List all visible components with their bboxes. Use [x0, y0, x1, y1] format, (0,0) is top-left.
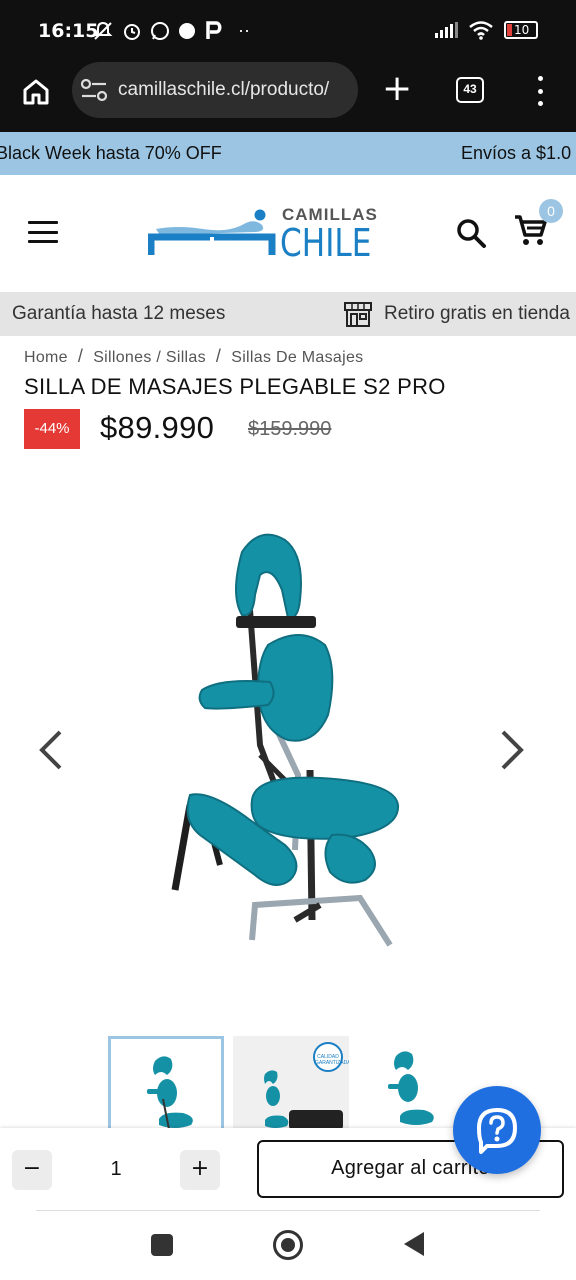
browser-menu-icon[interactable]: [532, 76, 548, 106]
url-text[interactable]: camillaschile.cl/producto/: [118, 79, 350, 101]
thumbnail-chair-graphic: [388, 1051, 434, 1125]
home-icon[interactable]: [20, 76, 52, 108]
home-button-icon[interactable]: [273, 1230, 303, 1260]
thumbnail-1[interactable]: [108, 1036, 224, 1130]
breadcrumb-home[interactable]: Home: [24, 349, 68, 366]
site-settings-icon[interactable]: [80, 78, 108, 102]
alarm-icon: [124, 23, 140, 40]
benefit-pickup: Retiro gratis en tienda: [384, 303, 570, 324]
whatsapp-icon: [151, 21, 169, 40]
nav-divider: [36, 1210, 540, 1211]
breadcrumb-separator: /: [215, 346, 222, 366]
new-tab-button[interactable]: +: [382, 71, 412, 107]
p-app-icon: [206, 20, 222, 39]
discount-badge: -44%: [24, 409, 80, 449]
muted-bell-icon: [93, 21, 113, 40]
logo-text-chile: CHILE: [280, 221, 372, 265]
help-chat-icon: [477, 1108, 517, 1154]
recents-icon[interactable]: [151, 1234, 173, 1256]
gallery-next-icon[interactable]: [495, 728, 529, 772]
browser-toolbar: camillaschile.cl/producto/ + 43: [0, 62, 576, 132]
tab-switcher-button[interactable]: 43: [456, 77, 484, 103]
promo-text-2[interactable]: Envíos a $1.0: [461, 143, 571, 164]
status-notification-icons: ··: [92, 20, 250, 41]
breadcrumb-category[interactable]: Sillones / Sillas: [93, 349, 206, 366]
site-header: CAMILLAS CHILE 0: [0, 175, 576, 292]
breadcrumb-subcategory[interactable]: Sillas De Masajes: [231, 349, 363, 366]
battery-icon: 10: [504, 21, 538, 39]
back-icon[interactable]: [404, 1232, 424, 1256]
status-time: 16:15: [38, 20, 99, 42]
breadcrumb-separator: /: [77, 346, 84, 366]
system-navigation-bar: [0, 1210, 576, 1280]
logo-bed-graphic: [148, 209, 276, 255]
help-chat-button[interactable]: [453, 1086, 541, 1174]
search-icon[interactable]: [455, 217, 487, 249]
cart-count-badge: 0: [539, 199, 563, 223]
quality-seal: CALIDAD GARANTIZADA: [313, 1042, 349, 1072]
product-image[interactable]: [160, 520, 420, 990]
thumbnail-chair-graphic: [147, 1056, 193, 1130]
store-icon: [344, 302, 372, 327]
quantity-decrease-button[interactable]: −: [12, 1150, 52, 1190]
status-bar: 16:15 ·· 10: [0, 0, 576, 62]
product-price: $89.990: [100, 410, 215, 445]
quantity-input[interactable]: 1: [100, 1158, 132, 1181]
site-logo[interactable]: CAMILLAS CHILE: [148, 205, 377, 265]
breadcrumb: Home / Sillones / Sillas / Sillas De Masajes: [24, 346, 363, 367]
thumbnail-2[interactable]: CALIDAD GARANTIZADA: [233, 1036, 349, 1130]
thumbnail-3[interactable]: [350, 1036, 466, 1130]
promo-text-1[interactable]: Black Week hasta 70% OFF: [0, 143, 222, 164]
promo-ticker: Black Week hasta 70% OFF Envíos a $1.0: [0, 132, 576, 175]
status-system-icons: 10: [435, 20, 538, 40]
signal-icon: [435, 22, 458, 38]
menu-icon[interactable]: [28, 221, 58, 243]
quantity-increase-button[interactable]: +: [180, 1150, 220, 1190]
wifi-icon: [469, 21, 493, 40]
product-old-price: $159.990: [248, 418, 332, 440]
product-title: SILLA DE MASAJES PLEGABLE S2 PRO: [24, 374, 446, 399]
benefits-ticker: Garantía hasta 12 meses Retiro gratis en…: [0, 292, 576, 336]
benefit-warranty: Garantía hasta 12 meses: [12, 303, 226, 324]
more-notifications-icon: ··: [238, 20, 250, 40]
dot-icon: [179, 22, 195, 39]
gallery-prev-icon[interactable]: [34, 728, 68, 772]
